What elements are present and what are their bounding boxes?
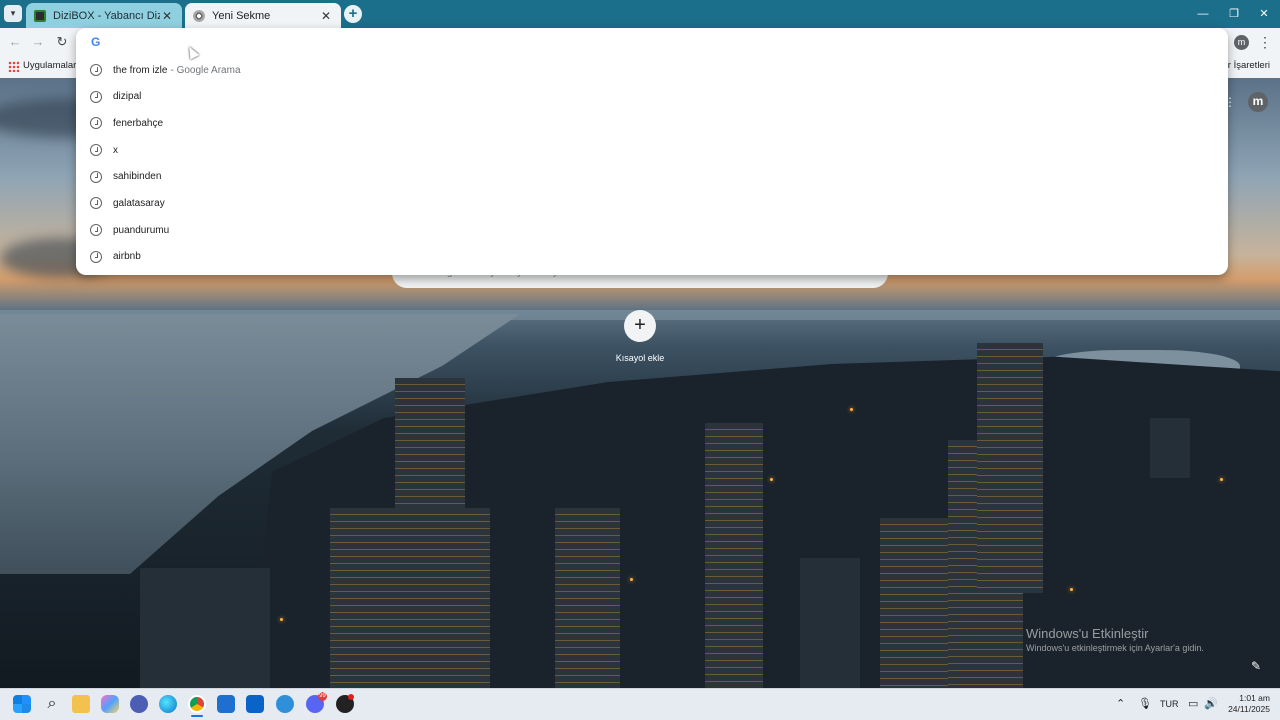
history-icon [90,170,102,183]
suggestion-text: dizipal [113,91,142,102]
add-shortcut-button[interactable]: + [624,310,656,342]
clock-time: 1:01 am [1239,693,1270,703]
wallpaper-light [770,478,773,481]
apps-grid-icon[interactable] [8,61,19,72]
add-shortcut-label[interactable]: Kısayol ekle [600,353,680,363]
wallpaper-building [330,508,490,688]
suggestion-text: sahibinden [113,171,162,182]
suggestion-item[interactable]: airbnb [76,244,1228,270]
language-indicator[interactable]: TUR [1160,699,1179,709]
volume-icon[interactable]: 🔊 [1204,697,1218,710]
suggestion-item[interactable]: fenerbahçe [76,110,1228,136]
suggestion-suffix: - Google Arama [170,64,241,76]
window-close-icon[interactable]: ✕ [1254,5,1274,23]
back-arrow-icon[interactable]: ← [6,33,24,51]
wallpaper-light [850,408,853,411]
ntp-profile-avatar[interactable]: m [1248,92,1268,112]
suggestion-text: fenerbahçe [113,117,164,129]
notification-dot [348,694,354,700]
search-icon[interactable]: ⌕ [43,695,61,713]
file-explorer-icon[interactable] [72,695,90,713]
wallpaper-building [1150,418,1190,478]
wallpaper-building [395,378,465,508]
suggestion-item[interactable]: sahibinden [76,164,1228,190]
suggestion-text: airbnb [113,251,141,262]
history-icon [90,90,102,103]
bookmark-apps[interactable]: Uygulamalar [23,60,76,71]
wallpaper-building [800,558,860,688]
tab-search-button[interactable]: ▾ [4,5,22,22]
wallpaper-building [140,568,270,688]
suggestion-item[interactable]: x [76,137,1228,163]
history-icon [90,197,102,209]
minimize-icon[interactable]: — [1193,5,1213,23]
restore-icon[interactable]: ❐ [1224,5,1244,23]
suggestion-text: x [113,144,118,156]
tab-new-tab[interactable]: Yeni Sekme ✕ [185,3,341,28]
wallpaper-light [1220,478,1223,481]
discord-badge: 99 [318,692,327,701]
wallpaper-building [705,423,763,688]
settings-gear-icon[interactable] [276,695,294,713]
copilot-icon[interactable] [101,695,119,713]
suggestion-item[interactable]: the from izle - Google Arama [76,57,1228,83]
dizibox-favicon-icon [34,9,46,22]
address-bar-input[interactable] [112,34,1192,52]
chevron-up-icon[interactable]: ⌃ [1116,697,1125,710]
history-icon [90,250,102,263]
history-icon [90,117,102,129]
windows-activation-title: Windows'u Etkinleştir [1026,626,1149,641]
google-g-icon: G [91,35,101,49]
edge-icon[interactable] [159,695,177,713]
close-icon[interactable]: ✕ [160,9,174,23]
clock[interactable]: 1:01 am 24/11/2025 [1228,693,1270,715]
close-icon[interactable]: ✕ [319,9,333,23]
microphone-icon[interactable]: 🎙 [1138,697,1152,710]
chrome-favicon-icon [193,9,205,22]
network-icon[interactable]: ▭ [1188,697,1198,710]
kebab-menu-icon[interactable]: ⋮ [1258,33,1272,51]
clock-date: 24/11/2025 [1228,704,1270,714]
app-circle-icon[interactable] [130,695,148,713]
reload-icon[interactable]: ↻ [53,33,71,51]
forward-arrow-icon[interactable]: → [29,33,47,51]
suggestion-text: galatasaray [113,197,165,209]
suggestion-text: the from izle [113,64,168,76]
windows-start-icon[interactable] [13,695,31,713]
suggestion-item[interactable]: dizipal [76,84,1228,110]
omnibox-dropdown: G the from izle - Google Arama dizipal f… [76,28,1228,275]
history-icon [90,144,102,156]
wallpaper-light [1070,588,1073,591]
history-icon [90,64,102,76]
new-tab-button[interactable]: + [344,5,362,23]
tab-dizibox[interactable]: DiziBOX - Yabancı Dizi izle, Yabancı ✕ [26,3,182,28]
wallpaper-light [280,618,283,621]
suggestion-item[interactable]: puandurumu [76,217,1228,243]
customize-pencil-icon[interactable]: ✎ [1251,659,1265,673]
wallpaper-building [555,508,620,688]
store-icon[interactable] [217,695,235,713]
wallpaper-light [630,578,633,581]
windows-activation-subtitle: Windows'u etkinleştirmek için Ayarlar'a … [1026,643,1204,653]
outlook-icon[interactable] [246,695,264,713]
wallpaper-building [977,343,1043,593]
wallpaper-building [880,518,950,688]
profile-avatar[interactable]: m [1234,35,1249,50]
history-icon [90,224,102,236]
suggestion-item[interactable]: galatasaray [76,190,1228,216]
tab-title: Yeni Sekme [212,9,271,22]
tab-title: DiziBOX - Yabancı Dizi izle, Yabancı [53,9,160,22]
chrome-icon[interactable] [188,695,206,713]
suggestion-text: puandurumu [113,224,170,236]
active-app-indicator [191,715,203,717]
